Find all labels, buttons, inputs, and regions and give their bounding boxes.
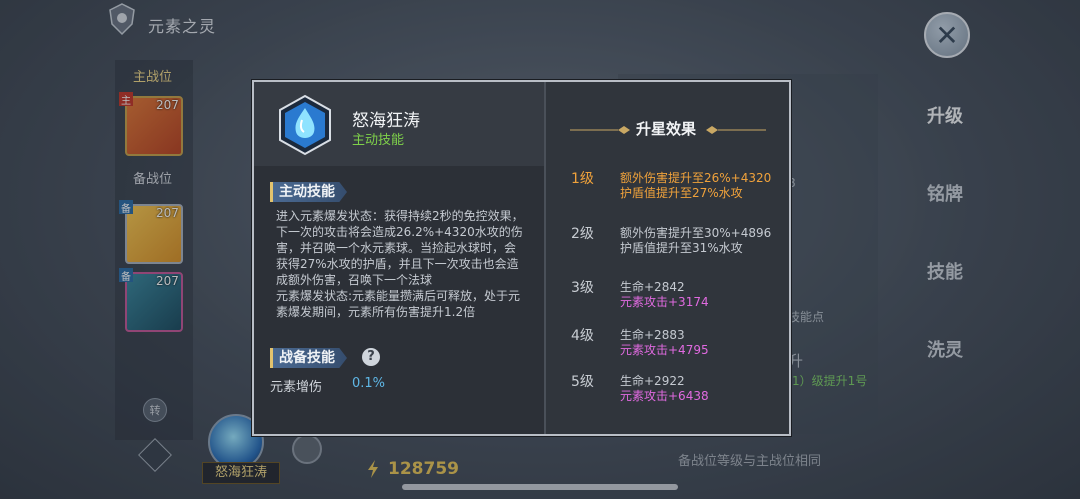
star-level-3: 3级 bbox=[571, 280, 594, 296]
right-ornament-icon bbox=[706, 126, 766, 134]
active-skill-description: 进入元素爆发状态：获得持续2秒的免控效果，下一次的攻击将会造成26.2%+432… bbox=[276, 209, 524, 319]
stat-name: 元素增伤 bbox=[270, 380, 323, 395]
star-level-5-line-2: 元素攻击+6438 bbox=[620, 389, 709, 403]
star-effect-title: 升星效果 bbox=[636, 120, 697, 138]
stat-value: 0.1% bbox=[352, 376, 386, 391]
star-effect-panel: 升星效果 1级 额外伤害提升至26%+4320 护盾值提升至27%水攻 2级 额… bbox=[546, 82, 789, 434]
skill-name: 怒海狂涛 bbox=[352, 111, 420, 131]
help-icon[interactable]: ? bbox=[362, 348, 380, 366]
skill-detail-modal: 怒海狂涛 主动技能 主动技能 进入元素爆发状态：获得持续2秒的免控效果，下一次的… bbox=[252, 80, 791, 436]
star-level-1-line-2: 护盾值提升至27%水攻 bbox=[620, 186, 743, 200]
skill-type: 主动技能 bbox=[352, 133, 405, 148]
star-level-1: 1级 bbox=[571, 171, 594, 187]
star-level-5: 5级 bbox=[571, 374, 594, 390]
left-ornament-icon bbox=[570, 126, 630, 134]
backup-skill-tag: 战备技能 bbox=[270, 348, 347, 368]
star-level-4-line-2: 元素攻击+4795 bbox=[620, 343, 709, 357]
star-level-3-line-2: 元素攻击+3174 bbox=[620, 295, 709, 309]
star-level-2: 2级 bbox=[571, 226, 594, 242]
star-level-4: 4级 bbox=[571, 328, 594, 344]
star-level-2-line-2: 护盾值提升至31%水攻 bbox=[620, 241, 743, 255]
skill-info-panel: 怒海狂涛 主动技能 主动技能 进入元素爆发状态：获得持续2秒的免控效果，下一次的… bbox=[254, 82, 544, 434]
active-skill-tag: 主动技能 bbox=[270, 182, 347, 202]
water-skill-icon bbox=[279, 94, 331, 156]
